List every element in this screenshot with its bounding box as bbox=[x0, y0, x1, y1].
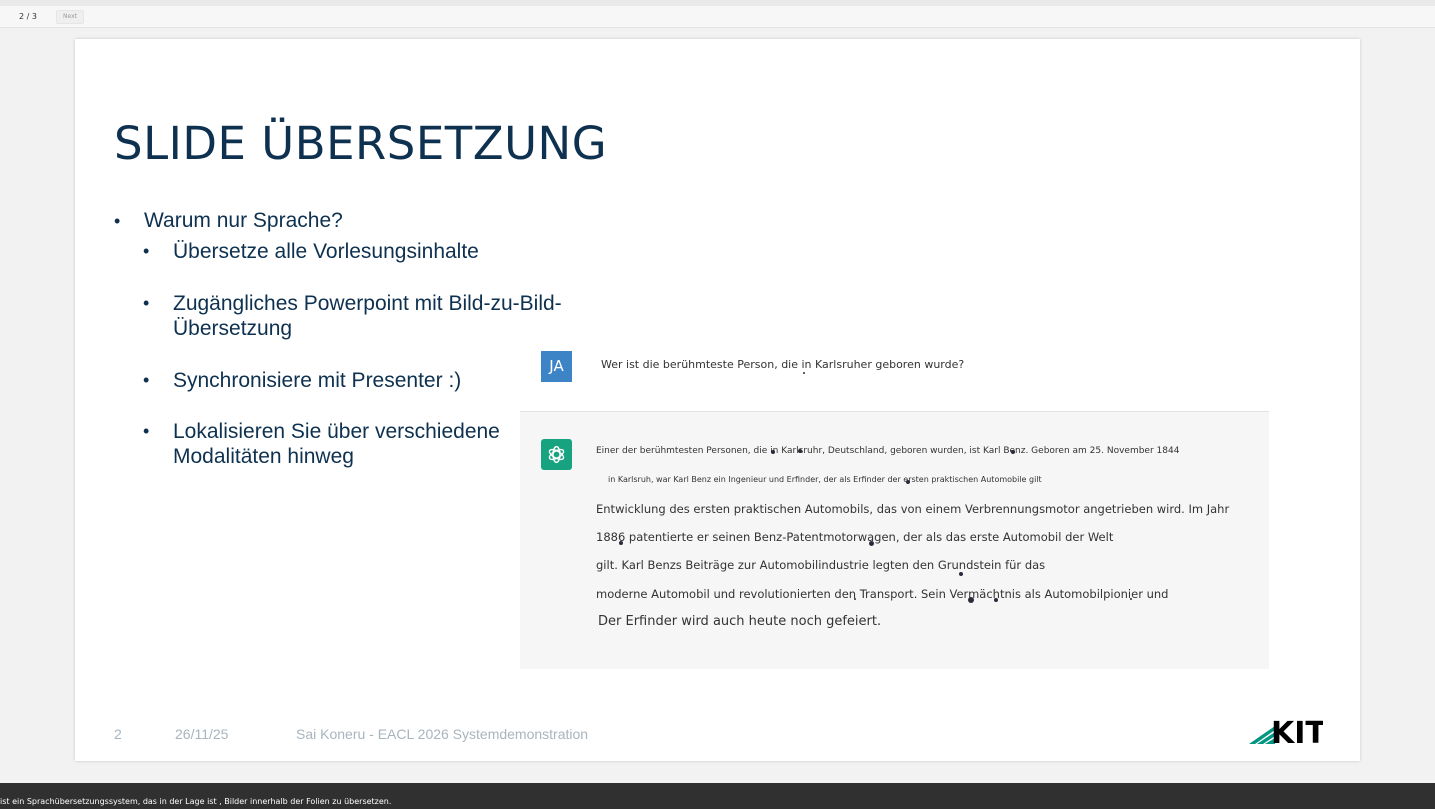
artifact-dot bbox=[854, 598, 856, 600]
bot-text-line: moderne Automobil und revolutionierten d… bbox=[596, 587, 1169, 601]
footer-page-number: 2 bbox=[114, 726, 122, 742]
bullet-list: Warum nur Sprache? Übersetze alle Vorles… bbox=[114, 209, 574, 469]
artifact-dot bbox=[803, 372, 805, 374]
bullet-sub: Übersetze alle Vorlesungsinhalte bbox=[114, 239, 574, 264]
artifact-dot bbox=[1011, 450, 1015, 454]
artifact-dot bbox=[798, 449, 802, 453]
artifact-dot bbox=[906, 480, 910, 484]
artifact-dot bbox=[869, 541, 874, 546]
openai-logo-icon bbox=[548, 445, 565, 464]
bot-text-line: 1886 patentierte er seinen Benz-Patentmo… bbox=[596, 530, 1114, 544]
user-avatar: JA bbox=[541, 351, 572, 382]
next-button[interactable]: Next bbox=[56, 10, 84, 24]
bot-text-line: Einer der berühmtesten Personen, die in … bbox=[596, 446, 1180, 456]
bot-message-row: Einer der berühmtesten Personen, die in … bbox=[520, 411, 1269, 669]
page-counter: 2 / 3 bbox=[19, 12, 37, 21]
bot-text-line: gilt. Karl Benzs Beiträge zur Automobili… bbox=[596, 558, 1046, 572]
caption-bar: ist ein Sprachübersetzungssystem, das in… bbox=[0, 783, 1435, 809]
bullet-sub: Lokalisieren Sie über verschiedene Modal… bbox=[114, 419, 574, 469]
artifact-dot bbox=[959, 572, 963, 576]
artifact-dot bbox=[771, 450, 775, 454]
user-message: Wer ist die berühmteste Person, die in K… bbox=[601, 358, 965, 371]
slide-title: SLIDE ÜBERSETZUNG bbox=[114, 117, 608, 170]
kit-logo: KIT bbox=[1249, 716, 1323, 748]
chat-screenshot: JA Wer ist die berühmteste Person, die i… bbox=[520, 343, 1269, 669]
bot-avatar bbox=[541, 439, 572, 470]
slide: SLIDE ÜBERSETZUNG Warum nur Sprache? Übe… bbox=[75, 39, 1360, 761]
bullet-sub: Synchronisiere mit Presenter :) bbox=[114, 368, 574, 393]
caption-text: ist ein Sprachübersetzungssystem, das in… bbox=[0, 797, 392, 806]
viewer-toolbar: 2 / 3 Next bbox=[0, 0, 1435, 28]
artifact-dot bbox=[994, 598, 998, 602]
user-message-row: JA Wer ist die berühmteste Person, die i… bbox=[520, 343, 1269, 411]
artifact-dot bbox=[1130, 598, 1132, 600]
bullet-sub: Zugängliches Powerpoint mit Bild-zu-Bild… bbox=[114, 291, 574, 341]
bot-text-line: Der Erfinder wird auch heute noch gefeie… bbox=[598, 614, 882, 629]
kit-logo-text: KIT bbox=[1271, 716, 1323, 748]
footer-author: Sai Koneru - EACL 2026 Systemdemonstrati… bbox=[296, 726, 589, 742]
bot-text-line: Entwicklung des ersten praktischen Autom… bbox=[596, 502, 1230, 516]
bullet-main: Warum nur Sprache? bbox=[114, 209, 574, 233]
footer-date: 26/11/25 bbox=[175, 726, 229, 742]
artifact-dot bbox=[968, 597, 974, 603]
artifact-dot bbox=[619, 541, 623, 545]
bot-text-line: in Karlsruh, war Karl Benz ein Ingenieur… bbox=[608, 475, 1042, 484]
